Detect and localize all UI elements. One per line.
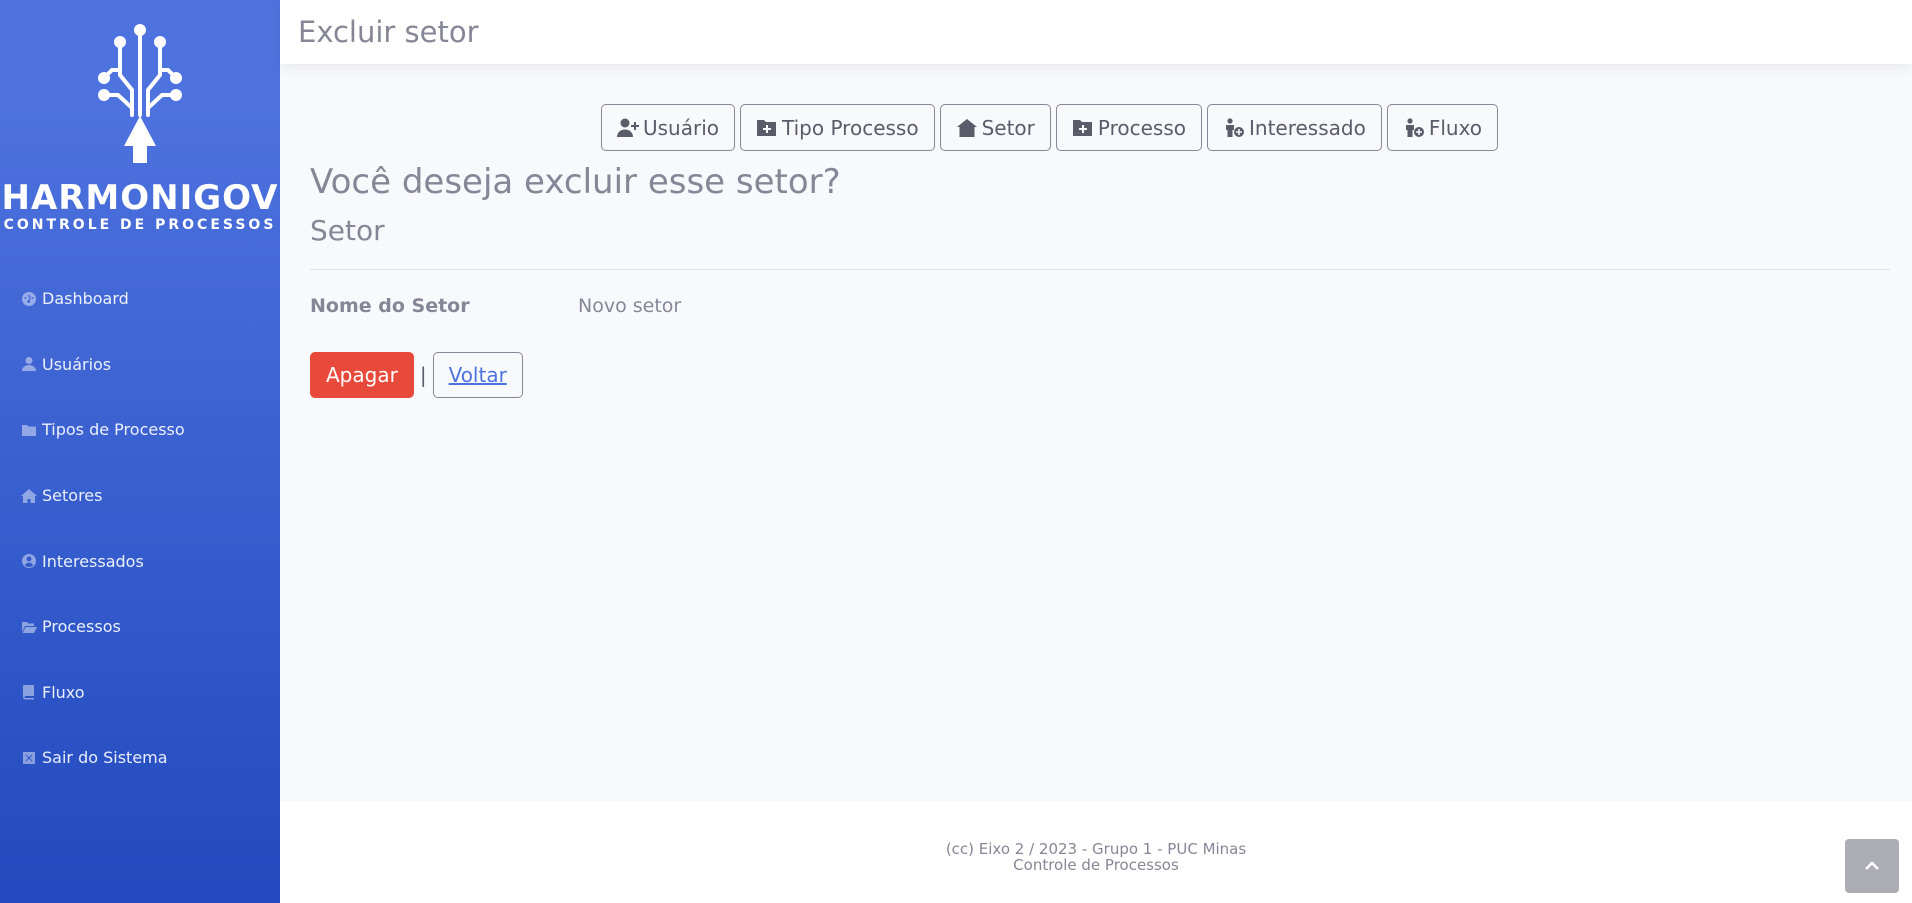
add-tipo-processo-label: Tipo Processo	[782, 115, 919, 140]
user-plus-icon	[617, 118, 639, 137]
sidebar-item-sair-do-sistema[interactable]: Sair do Sistema	[0, 725, 280, 791]
sidebar-item-label: Interessados	[42, 551, 144, 571]
logo-icon	[98, 24, 182, 163]
footer: (cc) Eixo 2 / 2023 - Grupo 1 - PUC Minas…	[280, 802, 1912, 903]
sidebar-item-label: Sair do Sistema	[42, 748, 168, 768]
folder-icon	[20, 421, 38, 439]
sidebar-item-label: Setores	[42, 486, 103, 506]
add-usuario-label: Usuário	[643, 115, 720, 140]
add-interessado-button[interactable]: Interessado	[1207, 104, 1382, 151]
page-title: Excluir setor	[298, 15, 479, 49]
add-fluxo-button[interactable]: Fluxo	[1386, 104, 1499, 151]
add-fluxo-label: Fluxo	[1428, 115, 1483, 140]
sidebar-item-tipos-de-processo[interactable]: Tipos de Processo	[0, 397, 280, 463]
form-actions: Apagar | Voltar	[310, 352, 523, 398]
sidebar-nav: Dashboard Usuários Tipos de Processo Set…	[0, 266, 280, 791]
folder-open-icon	[20, 618, 38, 636]
chevron-up-icon	[1865, 861, 1879, 870]
add-setor-button[interactable]: Setor	[939, 104, 1051, 151]
add-usuario-button[interactable]: Usuário	[601, 104, 736, 151]
folder-plus-icon	[757, 119, 777, 136]
sidebar-item-label: Dashboard	[42, 289, 129, 309]
sidebar-item-label: Processos	[42, 617, 121, 637]
brand-name: HARMONIGOV	[1, 178, 279, 218]
sidebar-item-setores[interactable]: Setores	[0, 463, 280, 529]
user-icon	[20, 355, 38, 373]
sidebar-item-usuarios[interactable]: Usuários	[0, 332, 280, 398]
sidebar-item-label: Fluxo	[42, 682, 85, 702]
main-content: Usuário Tipo Processo Setor Processo Int…	[280, 64, 1912, 802]
topbar: Excluir setor	[280, 0, 1912, 64]
scroll-to-top-button[interactable]	[1845, 839, 1899, 893]
sidebar-item-processos[interactable]: Processos	[0, 594, 280, 660]
add-processo-button[interactable]: Processo	[1055, 104, 1202, 151]
add-interessado-label: Interessado	[1249, 115, 1366, 140]
sidebar-item-label: Tipos de Processo	[42, 420, 185, 440]
entity-heading: Setor	[310, 214, 385, 247]
sidebar-item-label: Usuários	[42, 354, 112, 374]
confirm-question: Você deseja excluir esse setor?	[310, 162, 841, 202]
sidebar-item-dashboard[interactable]: Dashboard	[0, 266, 280, 332]
field-value: Novo setor	[578, 295, 682, 317]
delete-button[interactable]: Apagar	[310, 352, 414, 398]
sidebar-item-interessados[interactable]: Interessados	[0, 528, 280, 594]
add-tipo-processo-button[interactable]: Tipo Processo	[740, 104, 935, 151]
house-plus-icon	[956, 118, 977, 137]
footer-copyright: (cc) Eixo 2 / 2023 - Grupo 1 - PUC Minas	[945, 840, 1247, 858]
add-setor-label: Setor	[981, 115, 1035, 140]
separator: |	[419, 363, 427, 387]
footer-app-name: Controle de Processos	[1013, 856, 1179, 874]
brand-subtitle: CONTROLE DE PROCESSOS	[3, 217, 277, 233]
sidebar: HARMONIGOV CONTROLE DE PROCESSOS Dashboa…	[0, 0, 280, 903]
person-plus-icon	[1226, 117, 1244, 137]
sidebar-item-fluxo[interactable]: Fluxo	[0, 660, 280, 726]
close-box-icon	[20, 749, 38, 767]
add-processo-label: Processo	[1097, 115, 1186, 140]
user-circle-icon	[20, 552, 38, 570]
quick-actions: Usuário Tipo Processo Setor Processo Int…	[601, 104, 1499, 151]
person-plus-icon	[1405, 117, 1424, 137]
back-link[interactable]: Voltar	[432, 352, 523, 398]
dashboard-icon	[20, 290, 38, 308]
folder-plus-icon	[1072, 119, 1092, 136]
divider	[310, 269, 1890, 270]
home-icon	[20, 487, 38, 505]
brand[interactable]: HARMONIGOV CONTROLE DE PROCESSOS	[0, 20, 280, 233]
field-label: Nome do Setor	[310, 295, 470, 317]
book-icon	[20, 683, 38, 701]
